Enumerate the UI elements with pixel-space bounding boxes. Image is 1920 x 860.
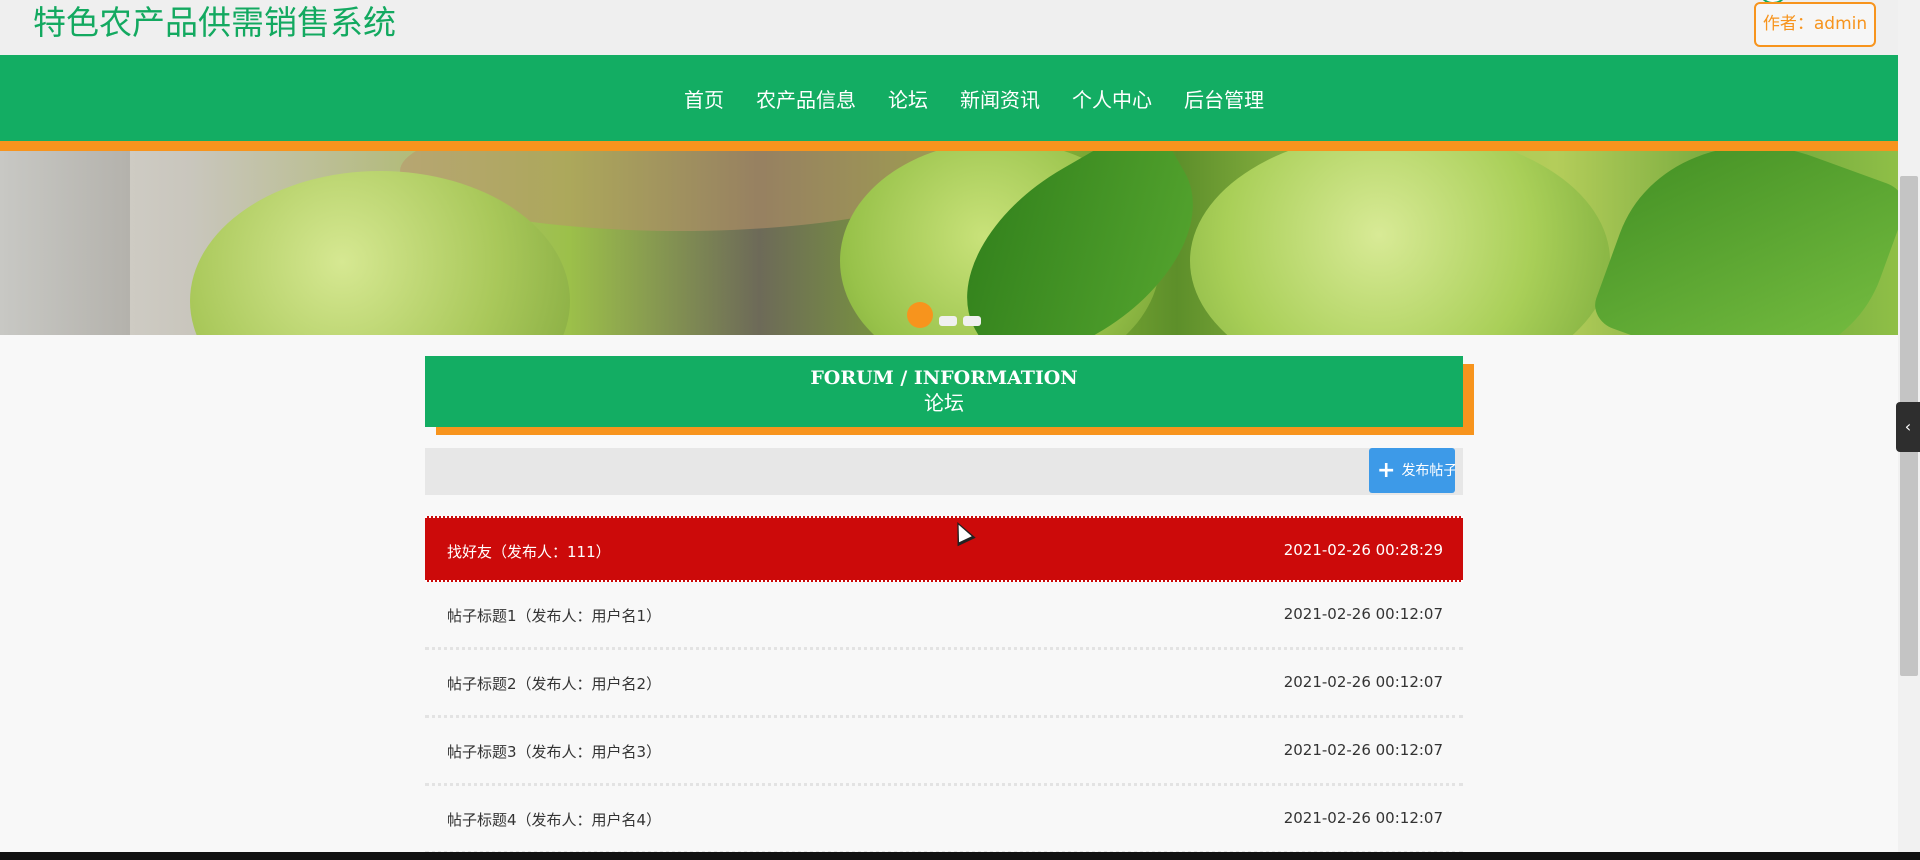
- post-topic-button[interactable]: + 发布帖子: [1369, 448, 1455, 493]
- carousel-dot-3[interactable]: [963, 316, 981, 326]
- page: 特色农产品供需销售系统 作者：admin 首页 农产品信息 论坛 新闻资讯 个人…: [0, 0, 1898, 852]
- list-item[interactable]: 帖子标题2（发布人：用户名2） 2021-02-26 00:12:07: [425, 650, 1463, 718]
- post-time: 2021-02-26 00:12:07: [1283, 673, 1443, 691]
- author-label: 作者：: [1762, 14, 1814, 34]
- post-time: 2021-02-26 00:28:29: [1283, 541, 1443, 559]
- nav-item-products[interactable]: 农产品信息: [756, 84, 856, 113]
- carousel-dot-2[interactable]: [939, 316, 957, 326]
- bottom-edge: [0, 852, 1920, 860]
- chevron-left-icon: ‹: [1904, 417, 1912, 436]
- post-time: 2021-02-26 00:12:07: [1283, 605, 1443, 623]
- post-topic-label: 发布帖子: [1401, 463, 1455, 479]
- forum-toolbar: + 发布帖子: [425, 448, 1463, 495]
- plus-icon: +: [1377, 458, 1396, 483]
- post-time: 2021-02-26 00:12:07: [1283, 741, 1443, 759]
- post-title[interactable]: 帖子标题1（发布人：用户名1）: [447, 605, 661, 626]
- nav-item-home[interactable]: 首页: [684, 84, 724, 113]
- nav-item-admin[interactable]: 后台管理: [1184, 84, 1264, 113]
- post-title[interactable]: 找好友（发布人：111）: [447, 541, 611, 562]
- author-name: admin: [1813, 14, 1868, 34]
- list-item[interactable]: 帖子标题1（发布人：用户名1） 2021-02-26 00:12:07: [425, 582, 1463, 650]
- main-nav: 首页 农产品信息 论坛 新闻资讯 个人中心 后台管理: [0, 55, 1898, 141]
- banner-image-part: [1190, 151, 1610, 335]
- list-item[interactable]: 帖子标题3（发布人：用户名3） 2021-02-26 00:12:07: [425, 718, 1463, 786]
- nav-accent-strip: [0, 141, 1898, 151]
- nav-item-forum[interactable]: 论坛: [888, 84, 928, 113]
- nav-item-news[interactable]: 新闻资讯: [960, 84, 1040, 113]
- list-item[interactable]: 帖子标题4（发布人：用户名4） 2021-02-26 00:12:07: [425, 786, 1463, 852]
- banner-image-part: [0, 151, 130, 335]
- post-title[interactable]: 帖子标题2（发布人：用户名2）: [447, 673, 661, 694]
- section-title-en: FORUM / INFORMATION: [810, 367, 1078, 389]
- nav-item-profile[interactable]: 个人中心: [1072, 84, 1152, 113]
- carousel-dot-1[interactable]: [907, 302, 933, 328]
- banner-image-part: [1588, 151, 1898, 335]
- post-title[interactable]: 帖子标题4（发布人：用户名4）: [447, 809, 661, 830]
- side-panel-toggle[interactable]: ‹: [1896, 402, 1920, 452]
- carousel-indicators: [907, 302, 981, 328]
- list-item[interactable]: 找好友（发布人：111） 2021-02-26 00:28:29: [425, 516, 1463, 582]
- forum-post-list: 找好友（发布人：111） 2021-02-26 00:28:29 帖子标题1（发…: [425, 516, 1463, 852]
- post-time: 2021-02-26 00:12:07: [1283, 809, 1443, 827]
- author-badge[interactable]: 作者：admin: [1754, 2, 1876, 47]
- section-header: FORUM / INFORMATION 论坛: [425, 356, 1463, 427]
- section-title-cn: 论坛: [924, 391, 964, 415]
- site-title: 特色农产品供需销售系统: [33, 3, 396, 42]
- top-header: 特色农产品供需销售系统 作者：admin: [0, 0, 1898, 55]
- post-title[interactable]: 帖子标题3（发布人：用户名3）: [447, 741, 661, 762]
